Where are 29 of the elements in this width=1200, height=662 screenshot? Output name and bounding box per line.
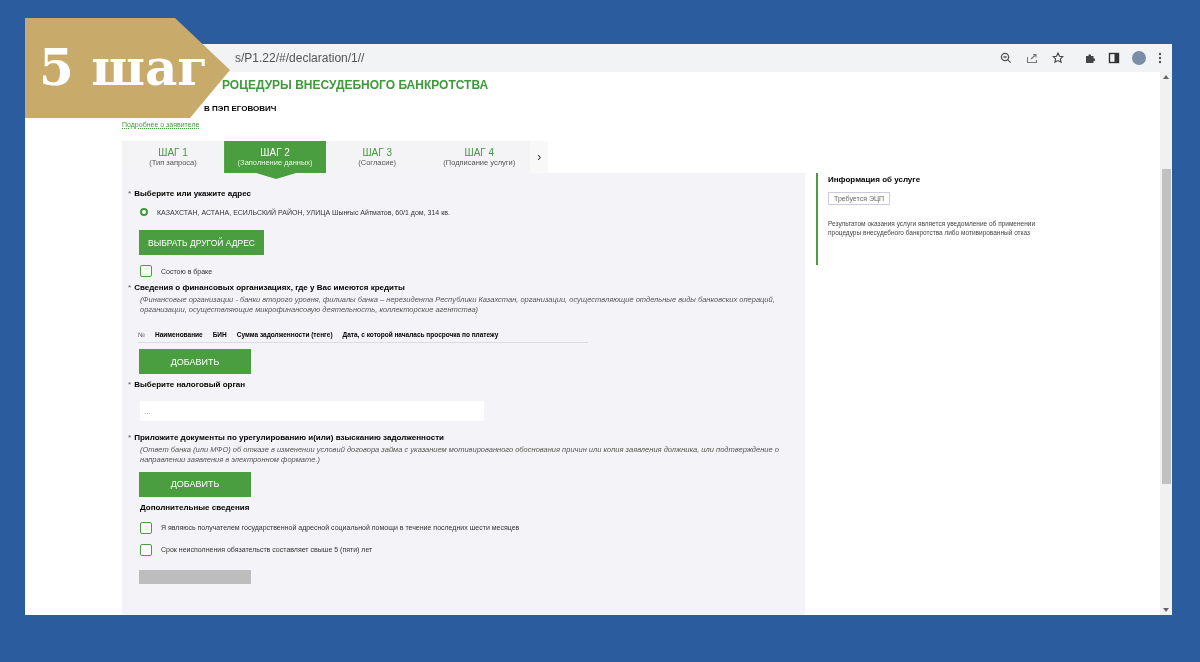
share-icon[interactable] [1026,52,1038,64]
field-label: Сведения о финансовых организациях, где у Вас имеются кредиты [134,283,405,292]
required-mark: * [128,433,132,443]
field-label: Выберите или укажите адрес [134,189,251,198]
zoom-icon[interactable] [1000,52,1012,64]
scrollbar-thumb[interactable] [1161,169,1171,484]
applicant-name: В ПЭП ЕГОВОВИЧ [203,103,278,113]
sidebar-icon[interactable] [1108,52,1120,64]
puzzle-icon[interactable] [1084,52,1096,64]
checkbox[interactable] [140,265,152,277]
field-label: Приложите документы по урегулированию и(или) взысканию задолженности [134,433,444,443]
scrollbar[interactable] [1160,72,1172,615]
field-label: Выберите налоговый орган [134,380,246,390]
scroll-up-icon[interactable] [1163,75,1169,79]
radio-button[interactable] [140,208,148,216]
url-text: s/P1.22/#/declaration/1// [235,51,366,65]
checkbox[interactable] [140,543,152,556]
next-step-button[interactable]: › [530,141,548,173]
checkbox[interactable] [140,521,152,534]
star-icon[interactable] [1052,52,1064,64]
menu-icon[interactable] [1158,52,1162,64]
required-mark: * [128,189,132,198]
scroll-down-icon[interactable] [1163,608,1169,612]
tax-office-field[interactable]: ... [140,401,484,422]
required-mark: * [128,380,132,390]
required-mark: * [128,283,132,292]
avatar-icon[interactable] [1132,51,1146,65]
section-label: Дополнительные сведения [140,502,250,512]
info-title: Информация об услуге [828,175,921,184]
